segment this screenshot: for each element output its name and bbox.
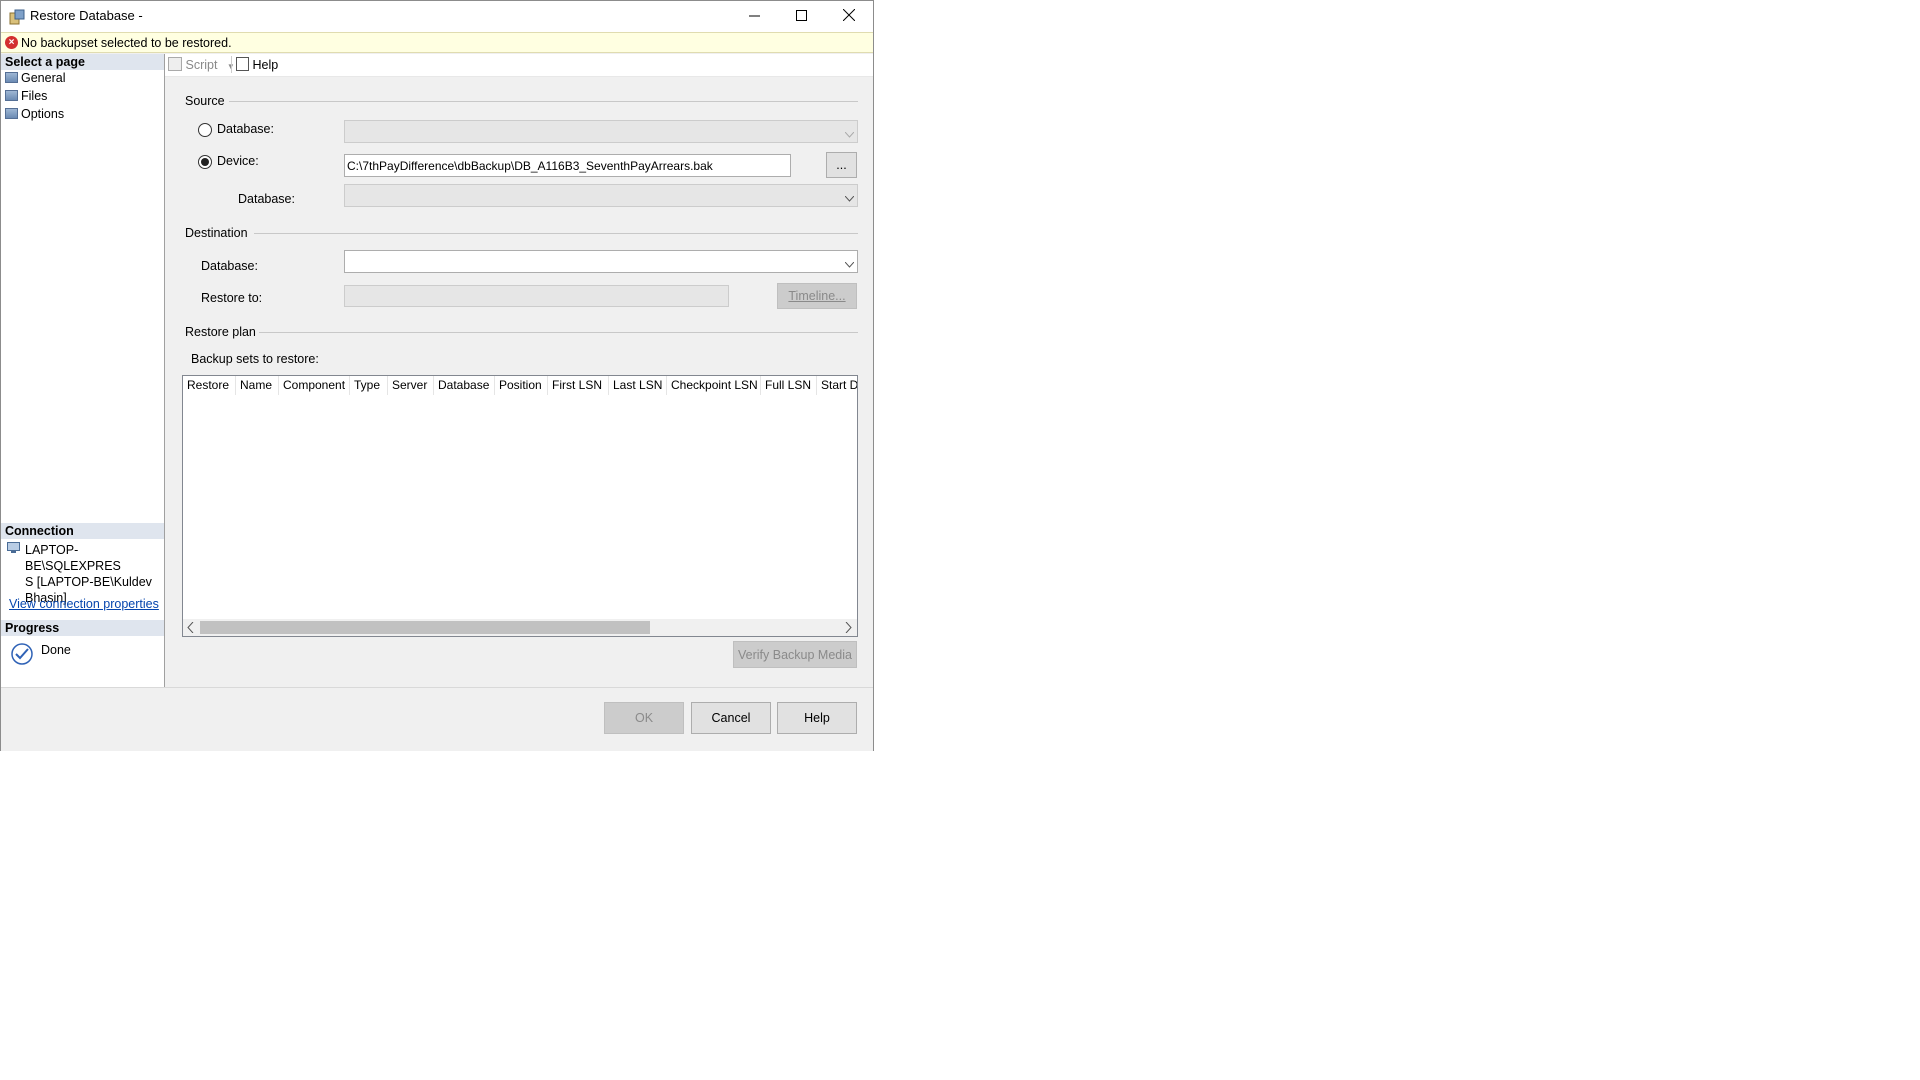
page-label: Files — [21, 89, 48, 103]
scroll-left-icon[interactable] — [187, 621, 194, 636]
device-radio-label: Device: — [217, 154, 259, 168]
page-label: General — [21, 71, 66, 85]
restore-plan-divider — [259, 332, 858, 333]
horizontal-scrollbar[interactable] — [183, 619, 857, 636]
page-item-general[interactable]: General — [5, 71, 65, 85]
destination-database-select[interactable] — [344, 250, 858, 273]
grid-header: Restore Name Component Type Server Datab… — [183, 376, 857, 395]
maximize-icon — [795, 9, 807, 24]
timeline-button[interactable]: Timeline... — [777, 283, 857, 309]
device-database-select[interactable] — [344, 184, 858, 207]
close-icon — [842, 8, 856, 24]
script-button[interactable]: Script ▼ — [168, 57, 235, 72]
restore-plan-group-label: Restore plan — [185, 325, 256, 339]
help-label: Help — [252, 58, 279, 72]
device-path-field[interactable]: C:\7thPayDifference\dbBackup\DB_A116B3_S… — [344, 154, 791, 177]
error-message: No backupset selected to be restored. — [21, 36, 232, 50]
page-icon — [5, 108, 18, 119]
column-header[interactable]: Type — [350, 376, 388, 395]
column-header[interactable]: Database — [434, 376, 495, 395]
restore-database-icon — [9, 9, 25, 25]
column-header[interactable]: Name — [236, 376, 279, 395]
source-database-select[interactable] — [344, 120, 858, 143]
column-header[interactable]: Full LSN — [761, 376, 817, 395]
chevron-down-icon — [844, 191, 855, 202]
connection-header: Connection — [1, 523, 164, 539]
connection-line: LAPTOP-BE\SQLEXPRES — [25, 543, 121, 573]
backup-sets-grid[interactable]: Restore Name Component Type Server Datab… — [182, 375, 858, 637]
left-pane: Select a page General Files Options Conn… — [1, 54, 165, 687]
scroll-right-icon[interactable] — [845, 621, 852, 636]
toolbar-separator — [231, 56, 232, 73]
close-button[interactable] — [826, 1, 872, 32]
page-item-files[interactable]: Files — [5, 89, 47, 103]
cancel-button[interactable]: Cancel — [691, 702, 771, 734]
destination-divider — [254, 233, 858, 234]
column-header[interactable]: Component — [279, 376, 350, 395]
title-bar: Restore Database - — [1, 1, 873, 32]
column-header[interactable]: Restore — [183, 376, 236, 395]
dialog-footer: OK Cancel Help — [1, 687, 873, 751]
restore-to-label: Restore to: — [201, 291, 263, 305]
database-radio-label: Database: — [217, 122, 274, 136]
done-check-icon — [11, 643, 33, 668]
page-icon — [5, 72, 18, 83]
help-button[interactable]: Help — [777, 702, 857, 734]
destination-group-label: Destination — [185, 226, 248, 240]
column-header[interactable]: Server — [388, 376, 434, 395]
destination-database-label: Database: — [201, 259, 258, 273]
database-radio[interactable] — [198, 123, 212, 137]
scrollbar-thumb[interactable] — [200, 621, 650, 634]
main-pane: Script ▼ Help Source Database: Device: C… — [165, 54, 873, 687]
restore-database-dialog: Restore Database - × No backupset select… — [0, 0, 874, 751]
script-label: Script — [185, 58, 218, 72]
progress-status: Done — [41, 643, 71, 657]
error-icon: × — [5, 36, 18, 49]
script-icon — [168, 57, 182, 71]
column-header[interactable]: Checkpoint LSN — [667, 376, 761, 395]
restore-to-field[interactable] — [344, 285, 729, 307]
page-label: Options — [21, 107, 65, 121]
column-header[interactable]: Position — [495, 376, 548, 395]
help-toolbar-button[interactable]: Help — [236, 57, 278, 72]
server-icon — [7, 542, 20, 557]
chevron-down-icon — [844, 127, 855, 138]
minimize-button[interactable] — [731, 1, 777, 32]
progress-header: Progress — [1, 620, 164, 636]
chevron-down-icon — [844, 257, 855, 268]
source-group-label: Source — [185, 94, 225, 108]
help-icon — [236, 57, 249, 71]
column-header[interactable]: Start D — [817, 376, 857, 395]
minimize-icon — [748, 10, 760, 24]
window-title: Restore Database - — [30, 8, 143, 23]
view-connection-properties-link[interactable]: View connection properties — [9, 597, 159, 611]
backup-sets-label: Backup sets to restore: — [191, 352, 319, 366]
device-database-label: Database: — [238, 192, 295, 206]
page-item-options[interactable]: Options — [5, 107, 64, 121]
maximize-button[interactable] — [778, 1, 824, 32]
select-page-header: Select a page — [1, 54, 164, 70]
page-icon — [5, 90, 18, 101]
verify-backup-media-button[interactable]: Verify Backup Media — [733, 641, 857, 668]
column-header[interactable]: Last LSN — [609, 376, 667, 395]
browse-device-button[interactable]: ... — [826, 152, 857, 178]
toolbar: Script ▼ Help — [165, 54, 873, 77]
ok-button[interactable]: OK — [604, 702, 684, 734]
error-banner: × No backupset selected to be restored. — [1, 32, 873, 53]
connection-line: S [LAPTOP-BE\Kuldev — [25, 575, 152, 589]
device-radio[interactable] — [198, 155, 212, 169]
source-divider — [229, 101, 858, 102]
column-header[interactable]: First LSN — [548, 376, 609, 395]
